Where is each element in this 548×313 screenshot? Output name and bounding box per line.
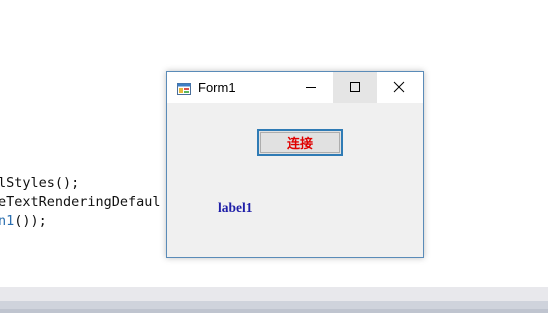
editor-bottom-bar [0, 287, 548, 301]
title-bar[interactable]: Form1 [167, 72, 423, 103]
status-bar-edge [0, 309, 548, 313]
maximize-icon [350, 82, 360, 92]
window-title: Form1 [198, 80, 236, 95]
maximize-button[interactable] [333, 72, 377, 103]
code-line: n1()); [0, 213, 47, 229]
close-button[interactable] [377, 72, 421, 103]
form-app-icon [177, 81, 191, 95]
label1: label1 [218, 200, 253, 215]
form-client-area: 连接 label1 [167, 103, 423, 257]
connect-button[interactable]: 连接 [257, 129, 343, 156]
close-icon [393, 81, 405, 93]
minimize-icon [306, 87, 316, 88]
minimize-button[interactable] [289, 72, 333, 103]
form1-window: Form1 连接 label1 [166, 71, 424, 258]
code-line: lStyles(); [0, 175, 80, 191]
code-line: eTextRenderingDefaul [0, 194, 161, 210]
